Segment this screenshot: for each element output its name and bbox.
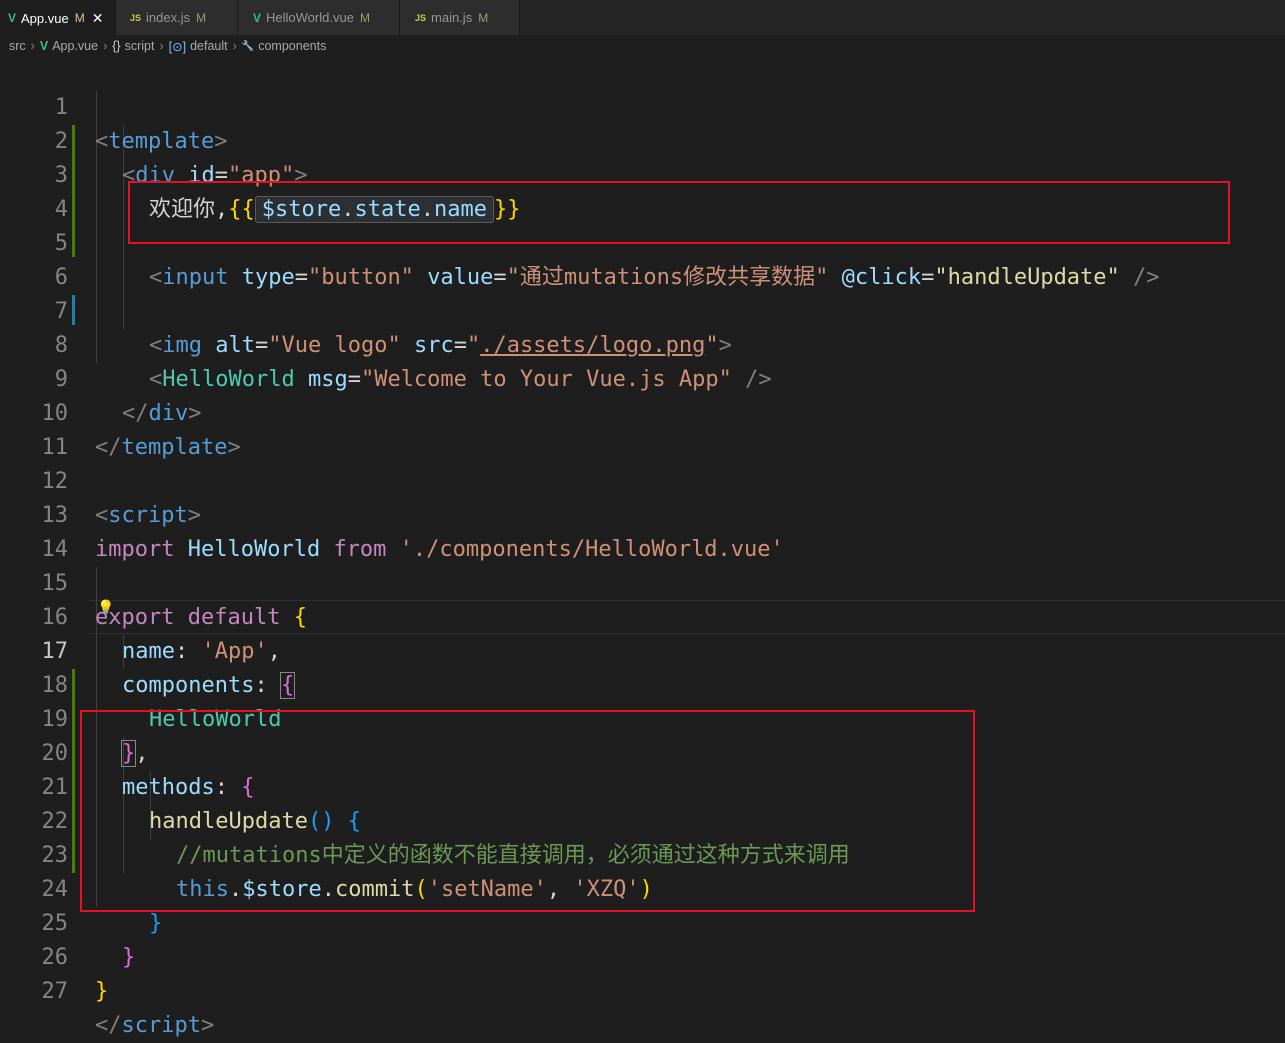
breadcrumb-script[interactable]: script: [125, 39, 155, 53]
code-line: 9 </div>: [0, 329, 1285, 426]
chevron-right-icon: ›: [103, 39, 108, 53]
chevron-right-icon: ›: [30, 39, 35, 53]
code-line: 2 <div id="app">: [0, 91, 1285, 188]
breadcrumb-src[interactable]: src: [9, 39, 26, 53]
code-line: 28: [0, 975, 1285, 990]
property-icon: 🔧: [241, 40, 255, 52]
code-line: 11: [0, 397, 1285, 460]
code-line: 12 <script>: [0, 431, 1285, 528]
editor-tab-bar: V App.vue M ✕ JS index.js M V HelloWorld…: [0, 0, 1285, 35]
modified-badge: M: [74, 11, 85, 25]
highlight-box-input: [128, 181, 1230, 244]
close-icon[interactable]: ✕: [92, 10, 104, 27]
tab-app-vue[interactable]: V App.vue M ✕: [0, 0, 116, 35]
code-line: 17 components: {: [0, 601, 1285, 699]
modified-badge: M: [359, 10, 370, 25]
code-line: 8 <HelloWorld msg="Welcome to Your Vue.j…: [0, 295, 1285, 392]
code-line: 16 name: 'App',: [0, 567, 1285, 664]
code-line: 27 </script>: [0, 941, 1285, 1038]
code-line: 7 <img alt="Vue logo" src="./assets/logo…: [0, 261, 1285, 358]
variable-icon: [⊙]: [168, 39, 187, 54]
tab-label: index.js: [146, 10, 191, 25]
code-line: 18 HelloWorld: [0, 635, 1285, 732]
tab-label: main.js: [431, 10, 473, 25]
code-line: 1 <template>: [0, 57, 1285, 154]
code-line: 3 欢迎你,{{$store.state.name}}: [0, 125, 1285, 223]
modified-badge: M: [478, 10, 489, 25]
modified-badge: M: [196, 10, 207, 25]
code-line: 15 export default {: [0, 533, 1285, 630]
breadcrumb-default[interactable]: default: [190, 39, 228, 53]
breadcrumb-components[interactable]: components: [258, 39, 326, 53]
breadcrumb-app-vue[interactable]: App.vue: [52, 39, 98, 53]
js-file-icon: JS: [130, 12, 142, 23]
vue-file-icon: V: [8, 11, 17, 25]
braces-icon: {}: [112, 39, 121, 53]
tab-label: HelloWorld.vue: [266, 10, 354, 25]
js-file-icon: JS: [415, 12, 427, 23]
chevron-right-icon: ›: [232, 39, 237, 53]
code-line: 14: [0, 499, 1285, 562]
vue-file-icon: V: [39, 39, 49, 53]
tab-helloworld-vue[interactable]: V HelloWorld.vue M: [238, 0, 400, 35]
code-line: 13 import HelloWorld from './components/…: [0, 465, 1285, 562]
tab-index-js[interactable]: JS index.js M: [116, 0, 238, 35]
tab-label: App.vue: [21, 10, 69, 26]
code-line: 10 </template>: [0, 363, 1285, 460]
highlight-box-methods: [80, 710, 975, 912]
code-line: 26 }: [0, 907, 1285, 1004]
breadcrumb: src › V App.vue › {} script › [⊙] defaul…: [0, 35, 1285, 57]
vue-file-icon: V: [253, 10, 262, 25]
tab-main-js[interactable]: JS main.js M: [400, 0, 520, 35]
code-line: 19 },: [0, 669, 1285, 767]
chevron-right-icon: ›: [159, 39, 164, 53]
